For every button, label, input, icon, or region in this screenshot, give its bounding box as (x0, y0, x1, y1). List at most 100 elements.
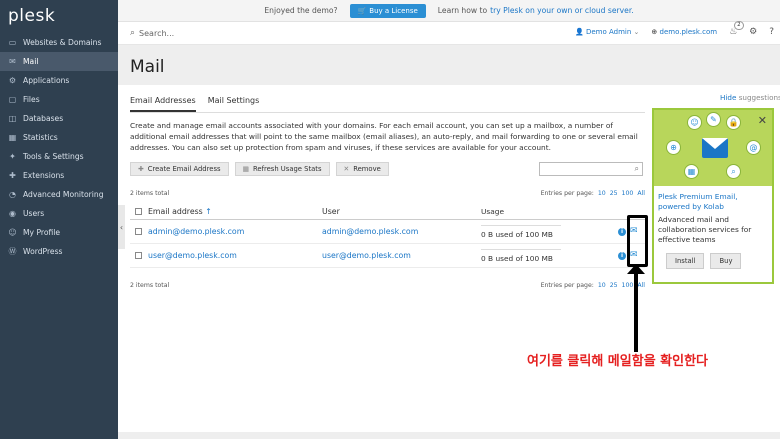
column-user: User (322, 206, 340, 216)
sidebar-item-mail[interactable]: ✉ Mail (0, 52, 118, 71)
promo-buttons: Install Buy (654, 245, 772, 269)
sidebar-item-my-profile[interactable]: ☺ My Profile (0, 223, 118, 242)
plesk-logo[interactable]: plesk (0, 0, 118, 33)
buy-button[interactable]: Buy (710, 253, 742, 269)
sidebar-item-label: Websites & Domains (23, 38, 102, 47)
promo-description: Advanced mail and collaboration services… (658, 215, 752, 244)
sidebar-item-label: Users (23, 209, 45, 218)
entries-25[interactable]: 25 (610, 282, 618, 289)
column-usage: Usage (481, 206, 505, 216)
entries-per-page: Entries per page: 10 25 100 All (541, 190, 645, 197)
search-icon: ⌕ (130, 28, 136, 38)
collapse-sidebar-handle[interactable]: ‹ (118, 205, 125, 249)
items-total: 2 items total (130, 282, 170, 290)
sidebar-item-users[interactable]: ◉ Users (0, 204, 118, 223)
global-search-input[interactable]: Search... (139, 29, 174, 38)
hide-suggestions-link[interactable]: Hide suggestions (720, 93, 780, 102)
entries-per-page: Entries per page: 10 25 100 All (541, 282, 645, 289)
table-row: admin@demo.plesk.com admin@demo.plesk.co… (130, 220, 645, 245)
demo-text: Enjoyed the demo? (264, 6, 338, 15)
profile-icon: ☺ (8, 228, 17, 237)
tabs: Email Addresses Mail Settings (130, 96, 645, 113)
page-description: Create and manage email accounts associa… (130, 121, 638, 152)
row-checkbox[interactable] (135, 228, 142, 236)
cart-icon: 🛒 (357, 6, 367, 15)
entries-25[interactable]: 25 (610, 190, 618, 197)
sidebar-item-files[interactable]: ▢ Files (0, 90, 118, 109)
info-icon[interactable]: i (618, 228, 626, 237)
user-menu[interactable]: 👤 Demo Admin ⌄ (575, 28, 639, 36)
items-total: 2 items total (130, 190, 170, 198)
help-button[interactable]: ? (769, 27, 774, 37)
chevron-down-icon: ⌄ (633, 28, 640, 36)
toolbar: ✚ Create Email Address ▦ Refresh Usage Sta… (130, 162, 645, 177)
monitor-icon: ▭ (8, 38, 17, 47)
entries-all[interactable]: All (637, 190, 645, 197)
create-email-label: Create Email Address (147, 165, 221, 174)
demo-banner: Enjoyed the demo? 🛒 Buy a License Learn … (118, 0, 780, 22)
entries-10[interactable]: 10 (598, 282, 606, 289)
entries-10[interactable]: 10 (598, 190, 606, 197)
sidebar-item-advanced-monitoring[interactable]: ◔ Advanced Monitoring (0, 185, 118, 204)
email-link[interactable]: admin@demo.plesk.com (148, 227, 322, 236)
help-icon: ? (769, 27, 774, 37)
sidebar-item-databases[interactable]: ◫ Databases (0, 109, 118, 128)
sidebar-item-label: Advanced Monitoring (23, 190, 104, 199)
buy-license-button[interactable]: 🛒 Buy a License (349, 3, 426, 18)
annotation-text: 여기를 클릭해 메일함을 확인한다 (527, 354, 709, 369)
plus-icon: ✚ (138, 165, 144, 174)
promo-illustration: ☺ ✎ 🔒 ⊕ @ ▦ ⌕ ✕ (654, 110, 772, 186)
tab-email-addresses[interactable]: Email Addresses (130, 96, 196, 112)
entries-100[interactable]: 100 (622, 190, 634, 197)
globe-icon: ⊕ (666, 140, 681, 155)
email-link[interactable]: user@demo.plesk.com (148, 251, 322, 260)
user-link[interactable]: user@demo.plesk.com (322, 251, 481, 260)
gear-icon: ⚙ (749, 27, 758, 37)
sidebar-item-label: Mail (23, 57, 39, 66)
premium-email-promo: ☺ ✎ 🔒 ⊕ @ ▦ ⌕ ✕ Plesk Premium Email, pow… (652, 108, 774, 284)
highlight-box (627, 215, 648, 267)
sidebar-item-label: My Profile (23, 228, 61, 237)
gear-icon: ⚙ (8, 76, 17, 85)
usage-text: 0 B used of 100 MB (481, 248, 561, 263)
refresh-usage-label: Refresh Usage Stats (252, 165, 322, 174)
domain-selector[interactable]: ⊕ demo.plesk.com (651, 28, 717, 36)
user-icon: 👤 (575, 28, 584, 36)
create-email-button[interactable]: ✚ Create Email Address (130, 162, 229, 177)
sidebar-item-applications[interactable]: ⚙ Applications (0, 71, 118, 90)
entries-100[interactable]: 100 (622, 282, 634, 289)
promo-title[interactable]: Plesk Premium Email, powered by Kolab (654, 186, 772, 212)
column-email[interactable]: Email address ↑ (148, 207, 322, 216)
sidebar-item-statistics[interactable]: ▦ Statistics (0, 128, 118, 147)
bottom-strip (118, 432, 780, 439)
select-all-checkbox[interactable] (135, 207, 142, 215)
refresh-icon: ▦ (242, 165, 249, 174)
sidebar-item-tools-settings[interactable]: ✦ Tools & Settings (0, 147, 118, 166)
sort-arrow-icon: ↑ (205, 206, 212, 216)
sidebar-item-extensions[interactable]: ✚ Extensions (0, 166, 118, 185)
info-icon[interactable]: i (618, 252, 626, 261)
sidebar-item-label: Statistics (23, 133, 58, 142)
sidebar-item-websites-domains[interactable]: ▭ Websites & Domains (0, 33, 118, 52)
row-checkbox[interactable] (135, 252, 142, 260)
user-link[interactable]: admin@demo.plesk.com (322, 227, 481, 236)
monitoring-icon: ◔ (9, 190, 16, 199)
refresh-usage-button[interactable]: ▦ Refresh Usage Stats (234, 162, 330, 177)
learn-text: Learn how to (437, 6, 488, 15)
settings-button[interactable]: ⚙ (749, 27, 757, 37)
sidebar-item-wordpress[interactable]: Ⓦ WordPress (0, 242, 118, 261)
sidebar-item-label: Databases (23, 114, 64, 123)
hide-label: Hide (720, 93, 737, 102)
chat-icon: ✎ (706, 112, 721, 127)
install-button[interactable]: Install (666, 253, 705, 269)
remove-button[interactable]: ✕ Remove (335, 162, 389, 177)
notifications-button[interactable]: ♨ 2 (729, 21, 744, 37)
close-icon[interactable]: ✕ (758, 114, 767, 127)
table-row: user@demo.plesk.com user@demo.plesk.com … (130, 244, 645, 269)
try-plesk-link[interactable]: try Plesk on your own or cloud server. (490, 6, 634, 15)
list-search-input[interactable]: ⌕ (539, 162, 643, 177)
buy-license-label: Buy a License (369, 6, 418, 15)
tab-mail-settings[interactable]: Mail Settings (208, 96, 260, 112)
notification-badge: 2 (734, 21, 744, 30)
entries-all[interactable]: All (637, 282, 645, 289)
